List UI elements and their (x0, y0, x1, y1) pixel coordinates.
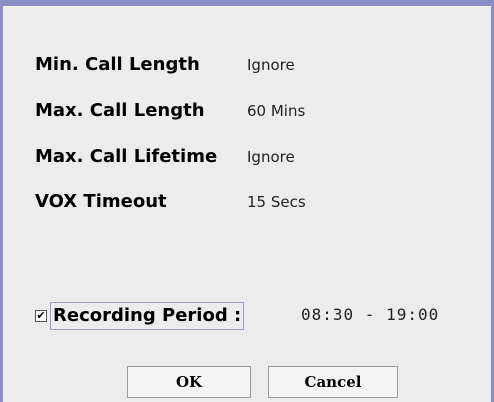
setting-value: Ignore (247, 148, 295, 166)
dialog-button-bar: OK Cancel (3, 366, 494, 398)
setting-row-max-call-length: Max. Call Length 60 Mins (31, 100, 471, 130)
setting-label: Min. Call Length (35, 54, 200, 75)
setting-row-max-call-lifetime: Max. Call Lifetime Ignore (31, 146, 471, 176)
setting-value: 60 Mins (247, 102, 306, 120)
setting-value: 15 Secs (247, 193, 306, 211)
recording-period-label[interactable]: Recording Period : (50, 302, 245, 330)
recording-period-row: ✔ Recording Period : 08:30 - 19:00 (35, 302, 494, 332)
setting-label: Max. Call Length (35, 100, 205, 121)
call-settings-dialog: Min. Call Length Ignore Max. Call Length… (0, 0, 494, 402)
setting-label: VOX Timeout (35, 191, 167, 212)
recording-period-value: 08:30 - 19:00 (301, 305, 440, 324)
setting-value: Ignore (247, 56, 295, 74)
setting-row-min-call-length: Min. Call Length Ignore (31, 54, 471, 84)
setting-label: Max. Call Lifetime (35, 146, 218, 167)
ok-button[interactable]: OK (127, 366, 251, 398)
cancel-button[interactable]: Cancel (268, 366, 398, 398)
setting-row-vox-timeout: VOX Timeout 15 Secs (31, 191, 471, 221)
recording-period-checkbox[interactable]: ✔ (35, 310, 47, 322)
